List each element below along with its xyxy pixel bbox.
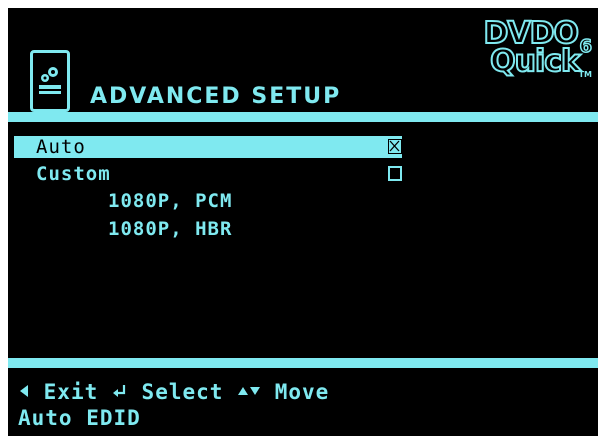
custom-option-1080p-hbr: 1080P, HBR bbox=[108, 218, 233, 240]
footer-help: Exit Select Move bbox=[18, 380, 329, 404]
menu-item-auto[interactable]: Auto bbox=[14, 136, 402, 158]
dvdo-quick-logo: DVDO 6 Quick TM bbox=[482, 17, 593, 88]
logo-tm: TM bbox=[578, 70, 592, 79]
custom-option-1080p-pcm: 1080P, PCM bbox=[108, 190, 233, 212]
menu-item-auto-label: Auto bbox=[36, 136, 86, 158]
select-hint: Select bbox=[141, 380, 224, 404]
menu-item-custom[interactable]: Custom bbox=[14, 163, 402, 185]
status-text: Auto EDID bbox=[18, 406, 141, 430]
bottom-divider bbox=[8, 358, 598, 368]
logo-quick: Quick bbox=[489, 44, 582, 79]
custom-checkbox[interactable] bbox=[388, 166, 402, 181]
logo-six: 6 bbox=[579, 35, 593, 58]
osd-screen: ADVANCED SETUP DVDO 6 Quick TM Auto Cust… bbox=[8, 8, 598, 436]
page-title: ADVANCED SETUP bbox=[90, 84, 342, 109]
exit-hint: Exit bbox=[43, 380, 99, 404]
setup-gear-icon bbox=[30, 50, 70, 112]
up-down-arrows-icon bbox=[237, 380, 261, 404]
move-hint: Move bbox=[274, 380, 330, 404]
enter-arrow-icon bbox=[112, 380, 128, 404]
top-divider bbox=[8, 112, 598, 122]
checked-x-icon bbox=[389, 140, 400, 152]
left-arrow-icon bbox=[18, 380, 30, 404]
auto-checkbox[interactable] bbox=[388, 139, 402, 154]
menu-item-custom-label: Custom bbox=[36, 163, 111, 185]
